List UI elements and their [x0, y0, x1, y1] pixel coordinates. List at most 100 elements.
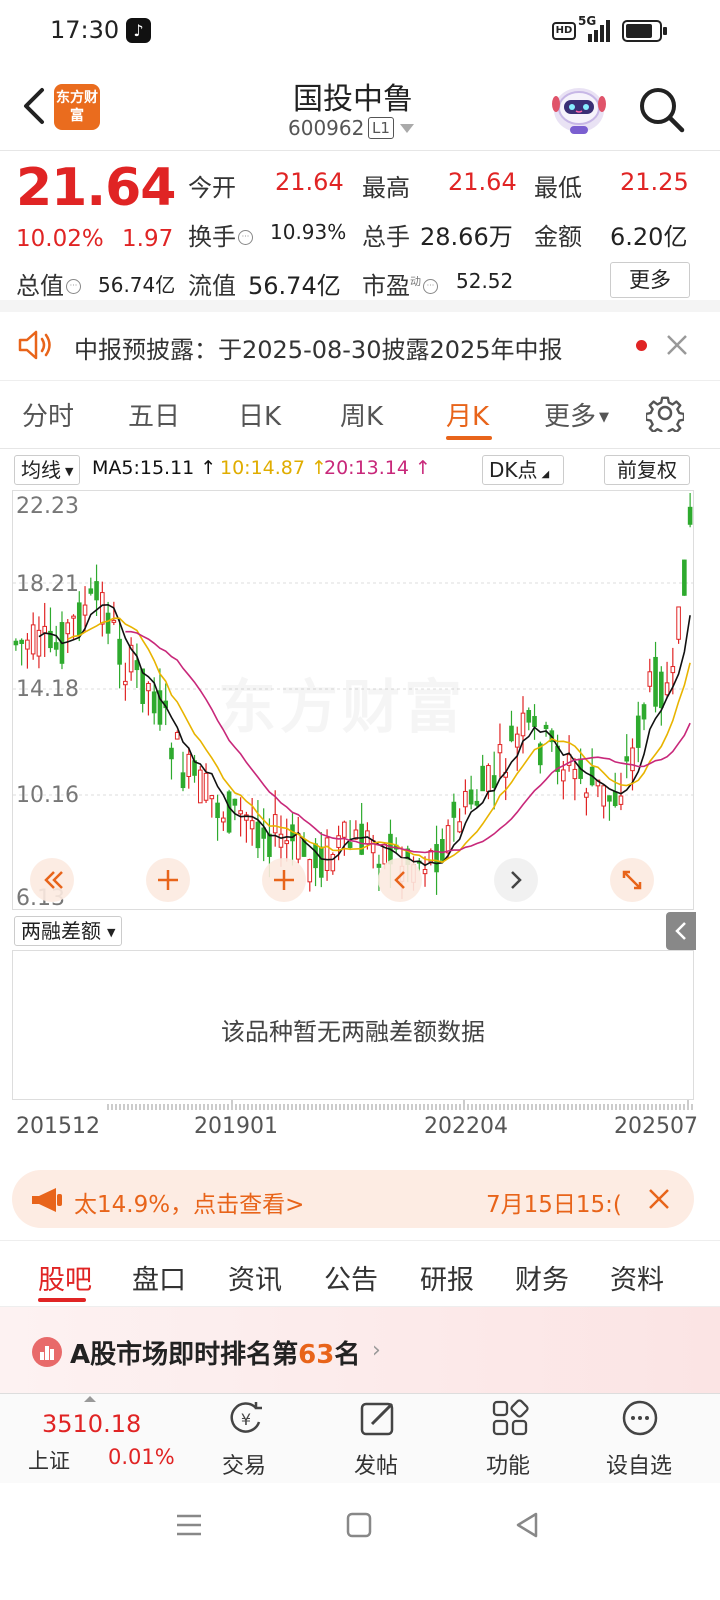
tab-monthly-k[interactable]: 月K — [446, 396, 489, 433]
ai-assistant-robot-icon[interactable] — [550, 80, 608, 136]
trade-label[interactable]: 交易 — [222, 1448, 266, 1480]
caret-down-icon: ▼ — [599, 410, 610, 425]
status-time: 17:30 — [50, 16, 120, 44]
tab-profile[interactable]: 资料 — [610, 1258, 664, 1297]
turnover-label[interactable]: 换手 ··· — [188, 217, 253, 252]
info-icon[interactable]: ··· — [423, 279, 438, 294]
float-cap-value: 56.74亿 — [248, 272, 341, 300]
candle-up — [284, 840, 290, 845]
close-icon[interactable] — [664, 332, 690, 358]
scroll-back-button[interactable] — [378, 858, 422, 902]
promo-date: 7月15日15:( — [486, 1192, 622, 1218]
candle-down — [607, 795, 612, 802]
promo-text[interactable]: 太14.9%，点击查看> — [74, 1185, 304, 1219]
tab-guba[interactable]: 股吧 — [38, 1258, 92, 1297]
candle-up — [647, 671, 653, 687]
grid-functions-icon[interactable] — [490, 1398, 530, 1438]
back-triangle-icon[interactable] — [512, 1510, 542, 1540]
index-name[interactable]: 上证 — [28, 1445, 70, 1475]
active-tab-indicator — [446, 436, 492, 440]
divider — [0, 380, 720, 381]
pe-label[interactable]: 市盈动 ··· — [362, 266, 438, 301]
search-icon[interactable] — [636, 84, 686, 134]
more-quote-button[interactable]: 更多 — [610, 262, 690, 298]
ranking-text[interactable]: A股市场即时排名第63名 — [70, 1334, 360, 1371]
candle-up — [572, 768, 578, 780]
pe-value: 52.52 — [456, 269, 514, 293]
tab-announcements[interactable]: 公告 — [324, 1258, 378, 1297]
candle-up — [174, 732, 180, 740]
candle-up — [65, 622, 71, 635]
level-badge[interactable]: L1 — [368, 117, 394, 139]
notice-text[interactable]: 中报预披露：于2025-08-30披露2025年中报 — [74, 330, 563, 365]
more-dots-icon[interactable] — [620, 1398, 660, 1438]
fullscreen-button[interactable] — [610, 858, 654, 902]
margin-indicator-select[interactable]: 两融差额 ▼ — [14, 916, 123, 946]
tab-five-day[interactable]: 五日 — [128, 396, 180, 433]
candle-down — [359, 823, 364, 855]
index-value[interactable]: 3510.18 — [42, 1410, 141, 1438]
tab-research[interactable]: 研报 — [420, 1258, 474, 1297]
tab-intraday[interactable]: 分时 — [22, 396, 74, 433]
edit-post-icon[interactable] — [358, 1398, 398, 1438]
zoom-out-button[interactable] — [262, 858, 306, 902]
home-icon[interactable] — [344, 1510, 374, 1540]
candle-down — [659, 671, 664, 709]
tab-weekly-k[interactable]: 周K — [340, 396, 383, 433]
tab-more[interactable]: 更多 ▼ — [544, 396, 609, 433]
caret-up-icon[interactable] — [84, 1396, 96, 1402]
volume-value: 28.66万 — [420, 223, 513, 251]
close-icon[interactable] — [646, 1186, 672, 1212]
double-chevron-left-icon — [44, 871, 63, 889]
market-cap-label[interactable]: 总值 ··· — [16, 266, 81, 301]
expand-icon — [622, 870, 642, 890]
trade-icon[interactable]: ¥ — [226, 1398, 266, 1438]
open-label: 今开 — [188, 174, 236, 202]
candle-up — [422, 868, 428, 875]
dk-point-button[interactable]: DK点 ◢ — [482, 455, 564, 485]
candle-down — [151, 691, 157, 714]
candle-down — [526, 710, 532, 723]
stock-code: 600962 — [288, 116, 365, 140]
candle-up — [324, 837, 330, 871]
ranking-chart-icon — [32, 1337, 62, 1367]
tab-order-book[interactable]: 盘口 — [132, 1258, 186, 1297]
candle-up — [514, 733, 520, 748]
info-icon[interactable]: ··· — [238, 230, 253, 245]
candle-up — [186, 753, 192, 777]
chevron-down-icon[interactable] — [400, 124, 414, 133]
tab-daily-k[interactable]: 日K — [238, 396, 281, 433]
tab-financials[interactable]: 财务 — [515, 1258, 569, 1297]
candle-up — [221, 817, 226, 823]
info-icon[interactable]: ··· — [66, 279, 81, 294]
y-tick-label: 18.21 — [16, 572, 79, 597]
candle-up — [209, 795, 215, 800]
scroll-forward-button[interactable] — [494, 858, 538, 902]
candle-up — [618, 795, 624, 805]
post-label[interactable]: 发帖 — [354, 1448, 398, 1480]
x-tick-label: 201901 — [194, 1114, 278, 1139]
indicator-select[interactable]: 均线 ▼ — [14, 455, 81, 485]
zoom-in-button[interactable] — [146, 858, 190, 902]
functions-label[interactable]: 功能 — [486, 1448, 530, 1480]
candle-up — [203, 772, 209, 801]
adjust-mode-button[interactable]: 前复权 — [604, 455, 690, 485]
candle-up — [197, 769, 203, 804]
tab-news[interactable]: 资讯 — [228, 1258, 282, 1297]
caret-down-icon: ▼ — [65, 465, 74, 478]
chevron-right-icon[interactable]: › — [372, 1338, 381, 1363]
scroll-left-button[interactable] — [30, 858, 74, 902]
candle-up — [486, 765, 491, 793]
x-tick-label: 201512 — [16, 1114, 100, 1139]
market-cap-value: 56.74亿 — [98, 273, 176, 297]
watchlist-label[interactable]: 设自选 — [606, 1448, 672, 1480]
index-change[interactable]: 0.01% — [108, 1445, 175, 1469]
amount-label: 金额 — [534, 223, 582, 251]
candle-up — [601, 785, 606, 807]
collapse-panel-button[interactable] — [666, 912, 696, 950]
gear-icon[interactable] — [646, 394, 684, 432]
candle-down — [19, 639, 24, 644]
candle-down — [88, 588, 94, 594]
menu-icon[interactable] — [174, 1510, 204, 1540]
candle-down — [215, 802, 220, 819]
